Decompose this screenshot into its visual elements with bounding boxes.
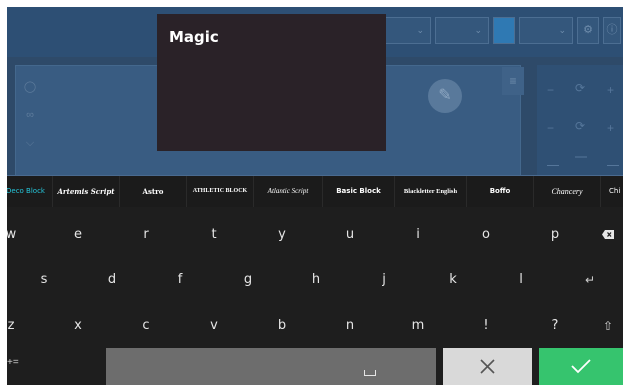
minus-icon: − (547, 83, 555, 97)
background-tool-icon: ⌵ (25, 137, 35, 149)
key-c[interactable]: c (126, 311, 166, 341)
key-g[interactable]: g (228, 265, 268, 295)
close-icon (480, 359, 495, 374)
symbols-key[interactable]: += (7, 348, 106, 385)
backspace-icon-glyph (602, 230, 614, 239)
plus-icon: + (607, 83, 615, 97)
key-e[interactable]: e (58, 220, 98, 250)
key-i[interactable]: i (398, 220, 438, 250)
key-n[interactable]: n (330, 311, 370, 341)
align-icon: ⎼ (547, 155, 560, 169)
background-dropdown: ⌄ (379, 17, 431, 44)
key-y[interactable]: y (262, 220, 302, 250)
background-color-swatch (493, 17, 515, 44)
background-dropdown: ⌄ (519, 17, 573, 44)
font-option-astro[interactable]: Astro (120, 176, 187, 207)
key-z[interactable]: z (7, 311, 31, 341)
font-option-deco-block[interactable]: Deco Block (7, 176, 53, 207)
background-tool-icon: ◯ (23, 81, 37, 93)
chevron-down-icon: ⌄ (558, 25, 566, 35)
background-controls: − ⟳ + − ⟳ + ⎼ ⎺ ⎼ (537, 65, 623, 180)
preview-text: Magic (169, 28, 219, 46)
key-b[interactable]: b (262, 311, 302, 341)
align-icon: ⎼ (607, 155, 620, 169)
font-option-boffo[interactable]: Boffo (467, 176, 534, 207)
key-s[interactable]: s (24, 265, 64, 295)
cancel-button[interactable] (443, 348, 532, 385)
key-j[interactable]: j (364, 265, 404, 295)
enter-icon[interactable]: ↵ (570, 265, 610, 295)
align-icon: ⎺ (575, 155, 588, 169)
key-x[interactable]: x (58, 311, 98, 341)
background-info-icon: ⓘ (603, 17, 621, 44)
rotate-icon: ⟳ (575, 81, 586, 95)
key-k[interactable]: k (433, 265, 473, 295)
font-option-atlantic-script[interactable]: Atlantic Script (254, 176, 323, 207)
confirm-button[interactable] (539, 348, 623, 385)
key-question[interactable]: ? (535, 311, 575, 341)
background-dropdown: ⌄ (435, 17, 489, 44)
key-exclamation[interactable]: ! (466, 311, 506, 341)
key-m[interactable]: m (398, 311, 438, 341)
minus-icon: − (547, 121, 555, 135)
shift-icon[interactable]: ⇧ (593, 311, 623, 341)
app-screen: ⌄ ⌄ ⌄ ⚙ ⓘ ◯ ∞ ⌵ ✎ ≡ − ⟳ + − ⟳ + ⎼ ⎺ ⎼ Ma… (7, 7, 623, 385)
background-side-tools: ◯ ∞ ⌵ (17, 73, 43, 177)
key-w[interactable]: w (7, 220, 31, 250)
font-selector-strip[interactable]: Deco Block Artemis Script Astro ATHLETIC… (7, 176, 623, 207)
chevron-down-icon: ⌄ (474, 25, 482, 35)
backspace-icon[interactable] (593, 220, 623, 250)
key-d[interactable]: d (92, 265, 132, 295)
text-preview-panel: Magic (157, 14, 386, 151)
key-r[interactable]: r (126, 220, 166, 250)
font-option-blackletter-english[interactable]: Blackletter English (395, 176, 467, 207)
symbols-key-label: += (7, 357, 19, 368)
key-f[interactable]: f (160, 265, 200, 295)
key-t[interactable]: t (194, 220, 234, 250)
key-h[interactable]: h (296, 265, 336, 295)
rotate-icon: ⟳ (575, 119, 586, 133)
key-l[interactable]: l (501, 265, 541, 295)
chevron-down-icon: ⌄ (416, 25, 424, 35)
font-option-artemis-script[interactable]: Artemis Script (53, 176, 120, 207)
key-o[interactable]: o (466, 220, 506, 250)
font-option-chancery[interactable]: Chancery (534, 176, 601, 207)
space-key[interactable] (106, 348, 436, 385)
font-option-basic-block[interactable]: Basic Block (323, 176, 395, 207)
on-screen-keyboard: w e r t y u i o p s d f g h j k l ↵ z x … (7, 207, 623, 385)
font-option-partial[interactable]: Chi (601, 176, 623, 207)
key-p[interactable]: p (535, 220, 575, 250)
key-u[interactable]: u (330, 220, 370, 250)
background-settings-icon: ⚙ (577, 17, 599, 44)
checkmark-icon (571, 359, 591, 374)
background-tool-icon: ∞ (26, 109, 34, 121)
font-option-athletic-block[interactable]: ATHLETIC BLOCK (187, 176, 254, 207)
list-icon: ≡ (502, 67, 524, 95)
plus-icon: + (607, 121, 615, 135)
key-v[interactable]: v (194, 311, 234, 341)
pencil-icon: ✎ (428, 79, 462, 113)
space-icon (364, 370, 376, 376)
